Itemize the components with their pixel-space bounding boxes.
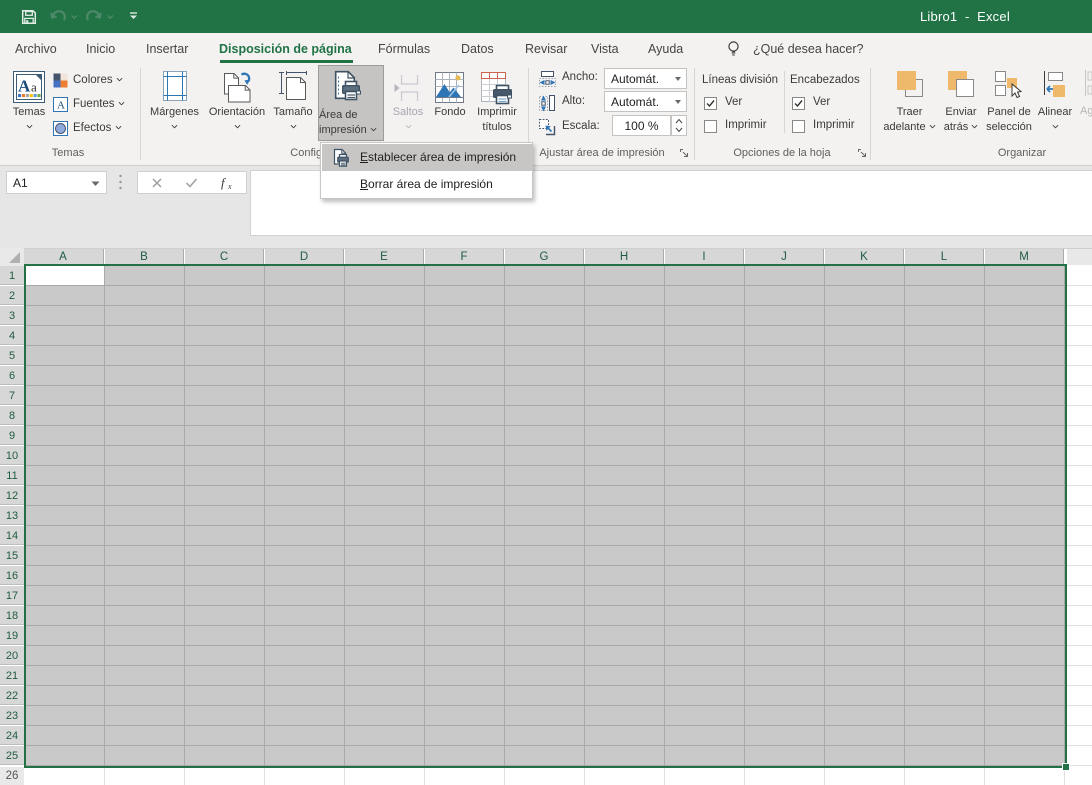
- svg-text:f: f: [221, 176, 227, 190]
- svg-text:a: a: [31, 80, 37, 95]
- svg-text:x: x: [227, 182, 232, 190]
- svg-text:A: A: [57, 100, 65, 112]
- svg-text:A: A: [18, 77, 31, 96]
